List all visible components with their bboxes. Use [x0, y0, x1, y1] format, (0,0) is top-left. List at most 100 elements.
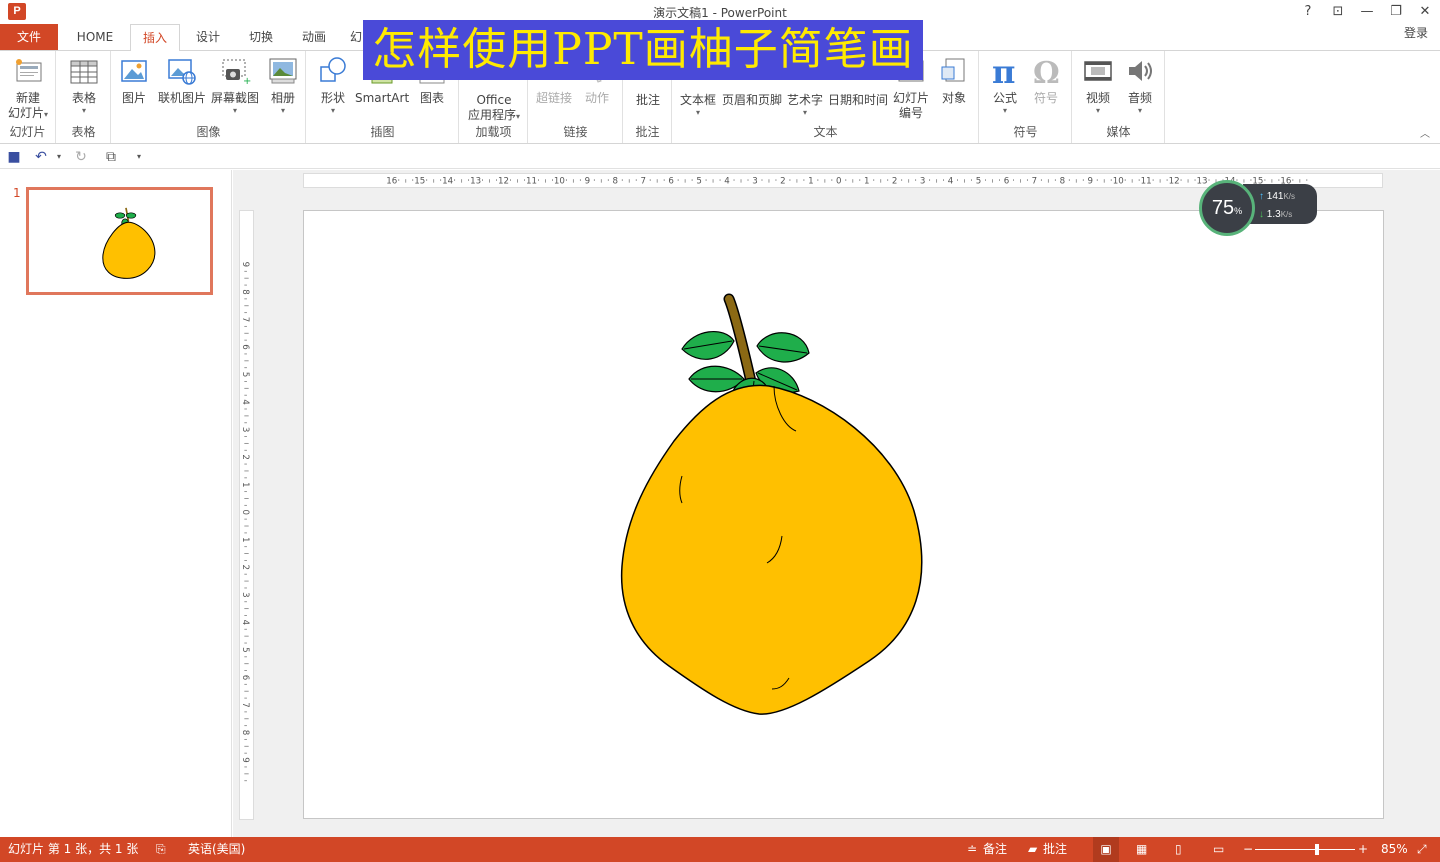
ruler-label: 3: [920, 177, 926, 187]
tab-transitions[interactable]: 切换: [238, 24, 284, 50]
ruler-label: 4: [240, 620, 250, 626]
redo-icon[interactable]: ↻: [72, 148, 90, 166]
ruler-label: 8: [240, 289, 250, 295]
ribbon-display-options-button[interactable]: ⊡: [1326, 3, 1350, 21]
minimize-button[interactable]: —: [1355, 3, 1379, 21]
notes-button[interactable]: 备注: [983, 837, 1007, 862]
network-speed-widget[interactable]: ↑ 141K/s ↓ 1.3K/s 75%: [1199, 180, 1319, 236]
tab-insert[interactable]: 插入: [130, 24, 180, 51]
screenshot-button[interactable]: + 屏幕截图 ▾: [210, 55, 260, 116]
fit-slide-icon[interactable]: ⤢: [1417, 837, 1427, 862]
group-media: 视频 ▾ 音频 ▾ 媒体: [1073, 51, 1165, 143]
download-arrow-icon: ↓: [1259, 209, 1264, 220]
tab-animations[interactable]: 动画: [292, 24, 336, 50]
comment-label: 批注: [635, 93, 660, 107]
new-slide-label-1: 新建: [15, 91, 40, 105]
customize-toolbar-icon[interactable]: ▾: [130, 148, 148, 166]
table-button[interactable]: 表格 ▾: [63, 55, 105, 116]
ruler-label: 2: [892, 177, 898, 187]
online-picture-button[interactable]: 联机图片: [156, 55, 208, 106]
screenshot-label: 屏幕截图: [210, 91, 259, 105]
zoom-out-icon[interactable]: −: [1243, 837, 1253, 862]
wordart-button[interactable]: 艺术字 ▾: [785, 93, 825, 118]
ruler-label: 7: [640, 177, 646, 187]
group-label-symbols: 符号: [1013, 125, 1038, 139]
ruler-label: 6: [668, 177, 674, 187]
svg-text:π: π: [992, 55, 1015, 87]
undo-icon[interactable]: ↶: [32, 148, 50, 166]
zoom-level[interactable]: 85%: [1381, 837, 1408, 862]
audio-button[interactable]: 音频 ▾: [1121, 55, 1159, 116]
save-icon[interactable]: ■: [5, 148, 23, 166]
ruler-label: 10: [1113, 177, 1124, 187]
ruler-label: 5: [696, 177, 702, 187]
tab-design[interactable]: 设计: [186, 24, 230, 50]
pi-icon: π: [992, 55, 1015, 87]
ruler-label: 12: [1169, 177, 1180, 187]
ruler-label: 8: [613, 177, 619, 187]
comments-button[interactable]: 批注: [1043, 837, 1067, 862]
chevron-down-icon: ▾: [44, 110, 49, 119]
picture-button[interactable]: 图片: [116, 55, 152, 106]
start-slideshow-icon[interactable]: ⧉: [102, 148, 120, 166]
symbol-button[interactable]: Ω 符号: [1028, 55, 1064, 106]
spell-check-icon[interactable]: ⎘: [156, 837, 166, 862]
zoom-in-icon[interactable]: +: [1358, 837, 1368, 862]
chevron-down-icon: ▾: [81, 106, 86, 115]
video-button[interactable]: 视频 ▾: [1079, 55, 1117, 116]
group-images: 图片 联机图片 + 屏幕截图 ▾ 相册 ▾ 图像: [112, 51, 306, 143]
header-footer-button[interactable]: 页眉和页脚: [719, 93, 785, 108]
chevron-down-icon: ▾: [280, 106, 285, 115]
slide-thumbnail-number: 1: [13, 186, 21, 200]
reading-view-icon[interactable]: ▯: [1175, 837, 1182, 862]
slide-sorter-view-icon[interactable]: ▦: [1136, 837, 1147, 862]
group-label-links: 链接: [563, 125, 588, 139]
office-apps-button[interactable]: Office 应用程序▾: [462, 93, 526, 123]
restore-button[interactable]: ❐: [1384, 3, 1408, 21]
tab-home[interactable]: HOME: [68, 24, 122, 50]
zoom-slider-thumb[interactable]: [1314, 844, 1319, 855]
shapes-label: 形状: [320, 91, 345, 105]
tab-file[interactable]: 文件: [0, 24, 58, 50]
login-link[interactable]: 登录: [1404, 24, 1428, 42]
close-button[interactable]: ✕: [1413, 3, 1437, 21]
slideshow-view-icon[interactable]: ▭: [1213, 837, 1224, 862]
svg-text:+: +: [243, 76, 251, 87]
ruler-label: 10: [554, 177, 565, 187]
notes-icon[interactable]: ≐: [967, 837, 977, 862]
powerpoint-window: { "window": { "app_icon": "P", "title": …: [0, 0, 1440, 862]
group-label-illustrations: 插图: [370, 125, 395, 139]
table-icon: [70, 60, 98, 84]
collapse-ribbon-icon[interactable]: ︿: [1420, 125, 1430, 140]
equation-button[interactable]: π 公式 ▾: [986, 55, 1024, 116]
ruler-label: 0: [240, 509, 250, 515]
undo-dropdown-icon[interactable]: ▾: [50, 148, 68, 166]
date-time-button[interactable]: 日期和时间: [827, 93, 889, 108]
ruler-label: 8: [1060, 177, 1066, 187]
chevron-down-icon: ▾: [802, 108, 807, 117]
photo-album-button[interactable]: 相册 ▾: [264, 55, 302, 116]
slide-thumbnail[interactable]: [26, 187, 213, 295]
help-button[interactable]: ?: [1296, 3, 1320, 21]
slide-canvas[interactable]: [303, 210, 1384, 819]
shapes-button[interactable]: 形状 ▾: [313, 55, 353, 116]
chevron-down-icon: ▾: [1095, 106, 1100, 115]
slide-info[interactable]: 幻灯片 第 1 张，共 1 张: [8, 837, 138, 862]
zoom-slider[interactable]: [1255, 837, 1355, 862]
new-slide-button[interactable]: 新建 幻灯片▾: [4, 55, 52, 121]
group-label-slides: 幻灯片: [9, 125, 46, 139]
group-label-comments: 批注: [635, 125, 660, 139]
comments-icon[interactable]: ▰: [1028, 837, 1037, 862]
ruler-label: 14: [442, 177, 454, 187]
object-button[interactable]: 对象: [935, 55, 973, 106]
comment-button[interactable]: 批注: [628, 93, 668, 108]
vertical-ruler[interactable]: 9 8 7 6 5 4 3 2 1 0 1 2 3 4 5 6 7 8 9: [239, 210, 254, 820]
ruler-label: 16: [386, 177, 397, 187]
upload-speed: 141: [1266, 191, 1284, 202]
textbox-button[interactable]: 文本框 ▾: [677, 93, 719, 118]
office-apps-label-1: Office: [476, 93, 512, 107]
upload-row: ↑ 141K/s: [1259, 190, 1295, 204]
normal-view-icon[interactable]: ▣: [1093, 837, 1119, 862]
language-indicator[interactable]: 英语(美国): [188, 837, 245, 862]
ruler-label: 6: [240, 344, 250, 350]
